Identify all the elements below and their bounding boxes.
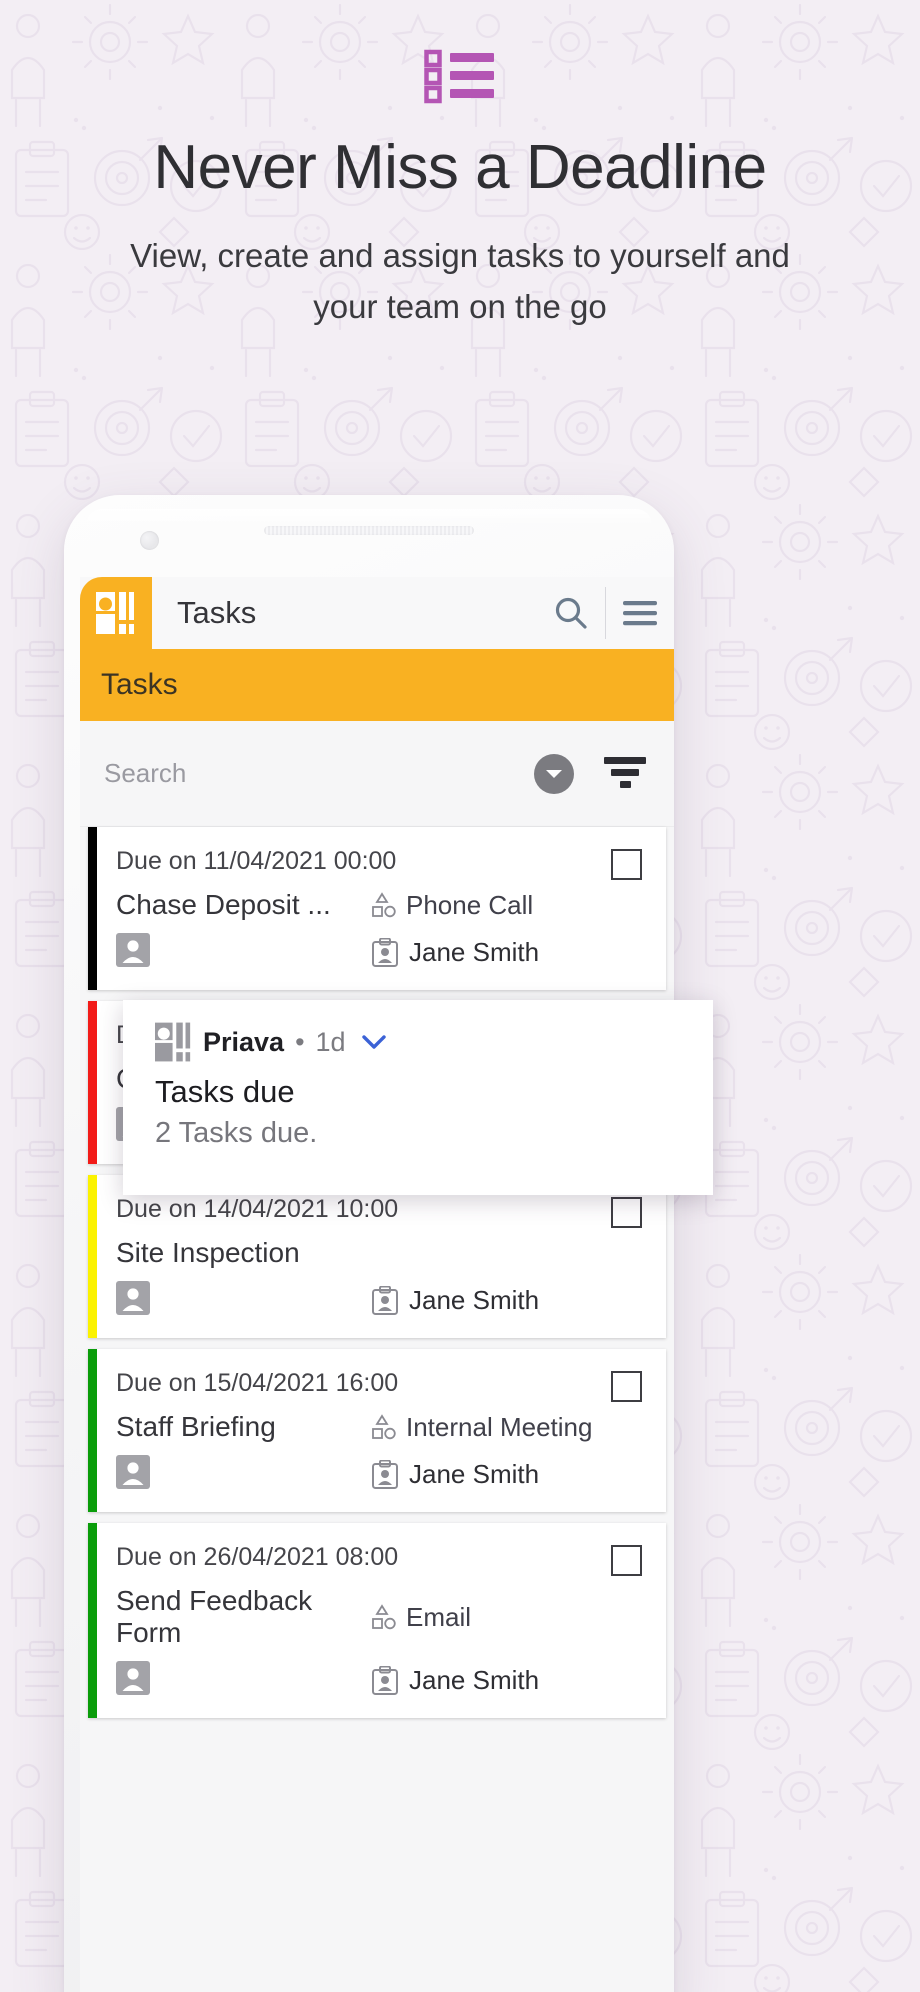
task-priority-stripe — [88, 1523, 97, 1718]
notification-separator: • — [295, 1026, 305, 1057]
task-due-date: Due on 14/04/2021 10:00 — [116, 1195, 399, 1223]
hamburger-menu-icon — [623, 601, 657, 626]
task-list: Due on 11/04/2021 00:00 Chase Deposit ..… — [80, 827, 674, 1718]
notification-timestamp: 1d — [315, 1026, 346, 1057]
page-subtitle: View, create and assign tasks to yoursel… — [130, 236, 790, 325]
section-header: Tasks — [80, 649, 674, 721]
assignee-badge-icon — [372, 1459, 398, 1489]
task-checkbox[interactable] — [611, 849, 642, 880]
task-name: Site Inspection — [116, 1237, 300, 1268]
task-checkbox[interactable] — [611, 1371, 642, 1402]
task-assignee: Jane Smith — [371, 1665, 539, 1696]
task-type: Email — [371, 1602, 471, 1633]
task-type-label: Internal Meeting — [406, 1411, 593, 1442]
assignee-badge-icon — [372, 937, 398, 967]
filter-icon — [604, 757, 646, 788]
task-type-icon — [372, 1604, 396, 1630]
phone-mockup: Tasks Tasks Search Due on 11/04/2021 00:… — [64, 495, 674, 1992]
app-logo-button[interactable] — [80, 577, 152, 649]
avatar-icon — [116, 1455, 150, 1489]
task-checkbox[interactable] — [611, 1197, 642, 1228]
task-row[interactable]: Due on 15/04/2021 16:00 Staff Briefing I… — [88, 1349, 666, 1512]
assignee-badge-icon — [372, 1665, 398, 1695]
chevron-down-circle-icon — [546, 769, 562, 778]
app-bar-title: Tasks — [177, 595, 257, 630]
notification-popup[interactable]: Priava • 1d Tasks due 2 Tasks due. — [123, 1000, 713, 1195]
task-assignee-label: Jane Smith — [409, 1285, 540, 1315]
task-due-date: Due on 15/04/2021 16:00 — [116, 1369, 399, 1397]
task-due-date: Due on 26/04/2021 08:00 — [116, 1543, 399, 1571]
task-name: Chase Deposit ... — [116, 889, 331, 920]
task-type-label: Email — [406, 1601, 472, 1632]
checklist-icon — [424, 49, 494, 104]
filter-button[interactable] — [602, 751, 648, 796]
chevron-down-icon[interactable] — [361, 1033, 387, 1051]
notification-app-name: Priava — [203, 1026, 285, 1057]
notification-header: Priava • 1d — [155, 1022, 687, 1062]
priava-logo-gray-icon — [155, 1022, 191, 1062]
task-type-icon — [372, 1414, 396, 1440]
task-assignee-label: Jane Smith — [409, 937, 540, 967]
task-priority-stripe — [88, 1001, 97, 1164]
phone-bezel-highlight — [86, 509, 652, 525]
task-assignee-label: Jane Smith — [409, 1665, 540, 1695]
search-dropdown-button[interactable] — [534, 753, 574, 794]
avatar-icon — [116, 1661, 150, 1695]
hero-section: Never Miss a Deadline View, create and a… — [0, 0, 920, 332]
task-assignee: Jane Smith — [371, 1285, 539, 1316]
phone-speaker-grille — [264, 526, 474, 535]
task-due-date: Due on 11/04/2021 00:00 — [116, 847, 397, 875]
priava-logo-icon — [96, 592, 134, 634]
menu-button[interactable] — [606, 577, 674, 649]
task-assignee-label: Jane Smith — [409, 1459, 540, 1489]
app-bar: Tasks — [80, 577, 674, 649]
phone-front-camera — [140, 531, 159, 550]
task-priority-stripe — [88, 827, 97, 990]
task-assignee: Jane Smith — [371, 937, 539, 968]
search-button[interactable] — [537, 577, 605, 649]
app-screen: Tasks Tasks Search Due on 11/04/2021 00:… — [80, 577, 674, 1992]
notification-body: 2 Tasks due. — [155, 1117, 318, 1149]
task-row[interactable]: Due on 14/04/2021 10:00 Site Inspection — [88, 1175, 666, 1338]
task-priority-stripe — [88, 1349, 97, 1512]
task-type: Internal Meeting — [371, 1412, 592, 1443]
task-checkbox[interactable] — [611, 1545, 642, 1576]
task-assignee: Jane Smith — [371, 1459, 539, 1490]
task-name: Send Feedback Form — [116, 1585, 313, 1648]
task-name: Staff Briefing — [116, 1411, 276, 1442]
search-input[interactable]: Search — [104, 758, 534, 789]
task-row[interactable]: Due on 26/04/2021 08:00 Send Feedback Fo… — [88, 1523, 666, 1718]
task-row[interactable]: Due on 11/04/2021 00:00 Chase Deposit ..… — [88, 827, 666, 990]
task-type-icon — [372, 892, 396, 918]
avatar-icon — [116, 1281, 150, 1315]
task-type-label: Phone Call — [406, 889, 534, 920]
search-bar[interactable]: Search — [80, 721, 674, 827]
notification-title: Tasks due — [155, 1074, 295, 1109]
page-title: Never Miss a Deadline — [153, 133, 767, 202]
avatar-icon — [116, 933, 150, 967]
assignee-badge-icon — [372, 1285, 398, 1315]
task-priority-stripe — [88, 1175, 97, 1338]
task-type: Phone Call — [371, 890, 533, 921]
search-icon — [555, 597, 587, 629]
